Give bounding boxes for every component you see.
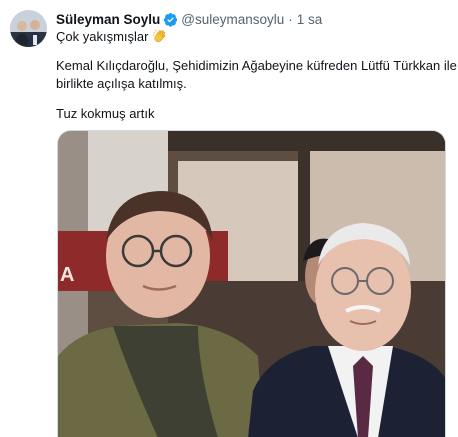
author-handle[interactable]: @suleymansoylu	[181, 12, 284, 27]
tweet-card[interactable]: Süleyman Soylu @suleymansoylu · 1 sa Çok…	[0, 0, 458, 437]
tweet-text-line-4: Tuz kokmuş artık	[56, 106, 155, 121]
tweet-text-line-1-text: Çok yakışmışlar	[56, 28, 149, 44]
header-separator: ·	[288, 11, 293, 27]
svg-text:A: A	[60, 264, 74, 286]
clapping-hands-icon	[152, 28, 168, 44]
tweet-text-line-2: Kemal Kılıçdaroğlu, Şehidimizin Ağabeyin…	[56, 58, 457, 73]
photo-two-men-icon: A	[58, 131, 445, 437]
tweet-text-line-1: Çok yakışmışlar	[56, 28, 168, 44]
verified-badge-icon	[163, 12, 178, 27]
tweet-timestamp[interactable]: 1 sa	[297, 12, 323, 27]
tweet-photo[interactable]: A	[57, 130, 446, 437]
tweet-header: Süleyman Soylu @suleymansoylu · 1 sa	[56, 10, 322, 28]
avatar-photo-icon	[10, 10, 47, 47]
author-name[interactable]: Süleyman Soylu	[56, 12, 160, 27]
tweet-text-line-3: birlikte açılışa katılmış.	[56, 76, 187, 91]
author-avatar[interactable]	[10, 10, 47, 47]
